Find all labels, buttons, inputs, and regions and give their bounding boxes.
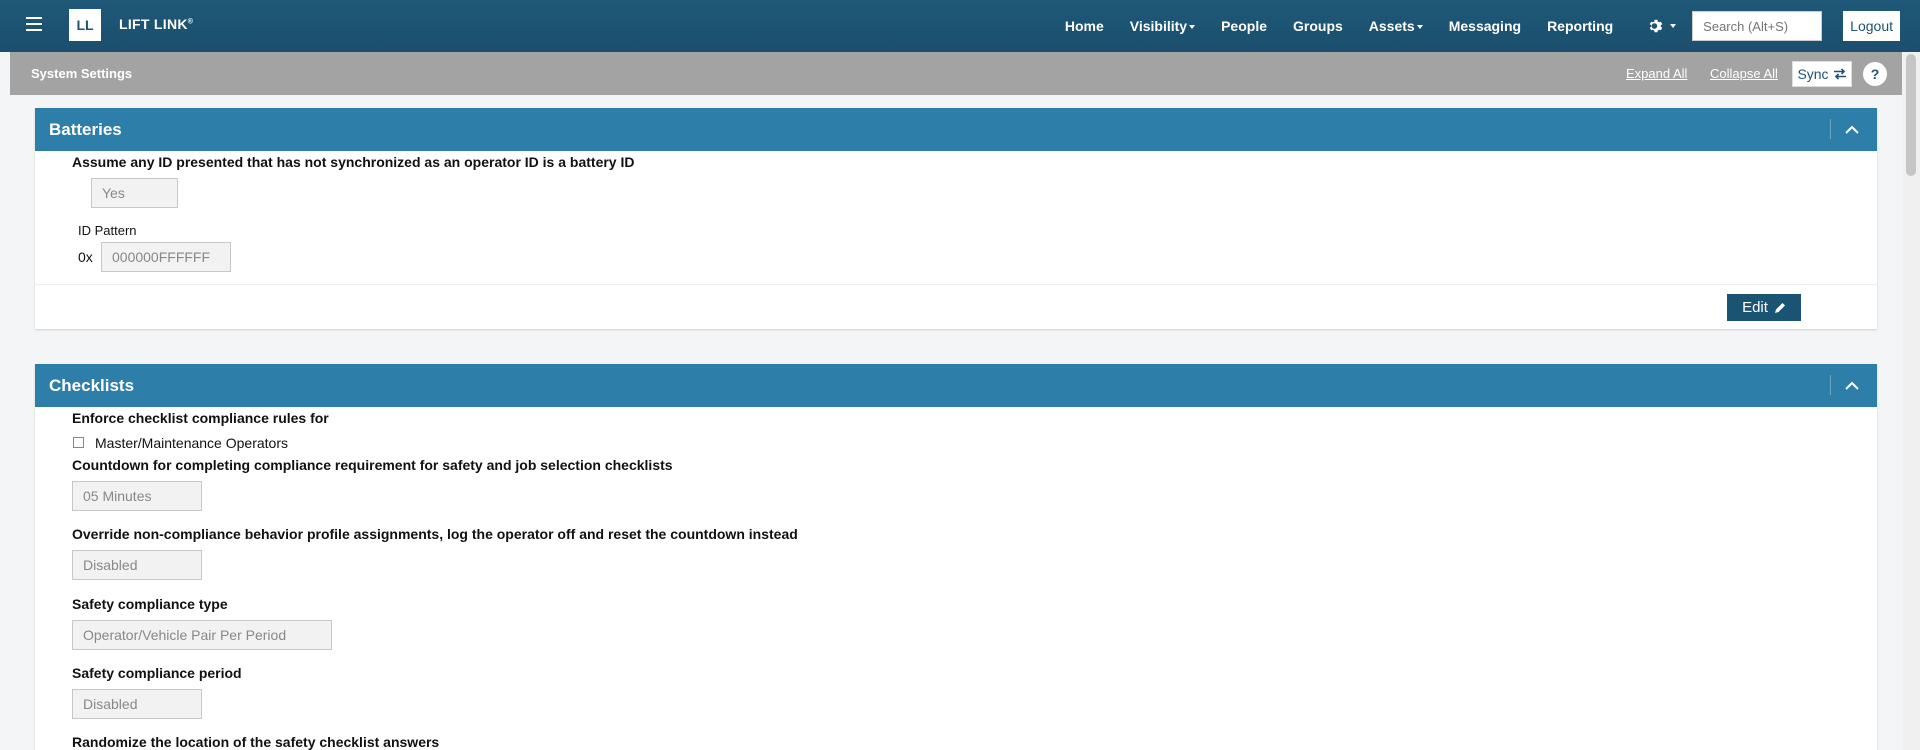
chevron-up-icon[interactable] [1843, 378, 1861, 394]
nav-reporting[interactable]: Reporting [1547, 18, 1613, 34]
nav-visibility-label: Visibility [1129, 18, 1188, 34]
page-scrollbar[interactable] [1903, 52, 1920, 750]
menu-icon[interactable] [26, 17, 42, 31]
page-title: System Settings [31, 66, 133, 81]
checklists-title: Checklists [49, 376, 135, 395]
checklists-panel: Checklists Enforce checklist compliance … [35, 364, 1877, 750]
caret-down-icon [1189, 25, 1196, 30]
nav-assets[interactable]: Assets [1369, 18, 1423, 34]
settings-menu[interactable] [1636, 18, 1677, 34]
nav-visibility[interactable]: Visibility [1129, 18, 1196, 34]
scrollbar-thumb[interactable] [1906, 54, 1916, 176]
edit-button[interactable]: Edit [1727, 294, 1801, 321]
nav-home[interactable]: Home [1065, 18, 1104, 34]
master-operators-checkbox[interactable] [73, 437, 84, 448]
checklists-panel-header[interactable]: Checklists [35, 364, 1877, 407]
brand-mark: ® [187, 18, 194, 26]
nav-people[interactable]: People [1221, 18, 1267, 34]
sync-label: Sync [1797, 66, 1829, 82]
help-button[interactable]: ? [1863, 62, 1887, 86]
id-pattern-field: 000000FFFFFF [101, 242, 231, 272]
brand-text: LIFT LINK [119, 16, 188, 32]
search-input[interactable] [1692, 11, 1823, 41]
assume-battery-id-field: Yes [91, 178, 178, 208]
sync-arrows-icon [1833, 68, 1846, 80]
caret-down-icon [1416, 25, 1423, 30]
caret-down-icon [1670, 24, 1677, 28]
gear-icon [1649, 19, 1663, 33]
collapse-all-link[interactable]: Collapse All [1710, 66, 1778, 81]
override-field: Disabled [72, 550, 202, 580]
panel-footer-divider [35, 284, 1877, 285]
pencil-icon [1774, 302, 1785, 313]
top-navbar: LL LIFT LINK® Home Visibility People Gro… [0, 0, 1920, 52]
header-divider [1830, 119, 1831, 139]
safety-compliance-type-label: Safety compliance type [72, 596, 228, 612]
brand-name[interactable]: LIFT LINK® [119, 16, 193, 32]
assume-battery-id-label: Assume any ID presented that has not syn… [72, 154, 635, 170]
subheader-bar: System Settings Expand All Collapse All … [10, 52, 1902, 95]
nav-links: Home Visibility People Groups Assets Mes… [1052, 0, 1920, 52]
batteries-panel-header[interactable]: Batteries [35, 108, 1877, 151]
batteries-title: Batteries [49, 120, 122, 139]
countdown-label: Countdown for completing compliance requ… [72, 457, 673, 473]
safety-compliance-period-label: Safety compliance period [72, 665, 242, 681]
app-logo[interactable]: LL [69, 9, 101, 41]
batteries-panel: Batteries Assume any ID presented that h… [35, 108, 1877, 329]
nav-assets-label: Assets [1368, 18, 1415, 34]
id-pattern-label: ID Pattern [78, 223, 137, 238]
logout-button[interactable]: Logout [1843, 11, 1900, 41]
edit-label: Edit [1742, 299, 1768, 316]
expand-all-link[interactable]: Expand All [1626, 66, 1687, 81]
master-operators-label: Master/Maintenance Operators [95, 435, 288, 451]
override-label: Override non-compliance behavior profile… [72, 526, 798, 542]
header-divider [1830, 375, 1831, 395]
sync-button[interactable]: Sync [1792, 61, 1852, 87]
chevron-up-icon[interactable] [1843, 122, 1861, 138]
id-prefix-label: 0x [78, 249, 93, 265]
enforce-compliance-label: Enforce checklist compliance rules for [72, 410, 329, 426]
randomize-answers-label: Randomize the location of the safety che… [72, 734, 440, 750]
safety-compliance-type-field: Operator/Vehicle Pair Per Period [72, 620, 332, 650]
nav-messaging[interactable]: Messaging [1449, 18, 1521, 34]
safety-compliance-period-field: Disabled [72, 689, 202, 719]
nav-groups[interactable]: Groups [1293, 18, 1343, 34]
countdown-field: 05 Minutes [72, 481, 202, 511]
